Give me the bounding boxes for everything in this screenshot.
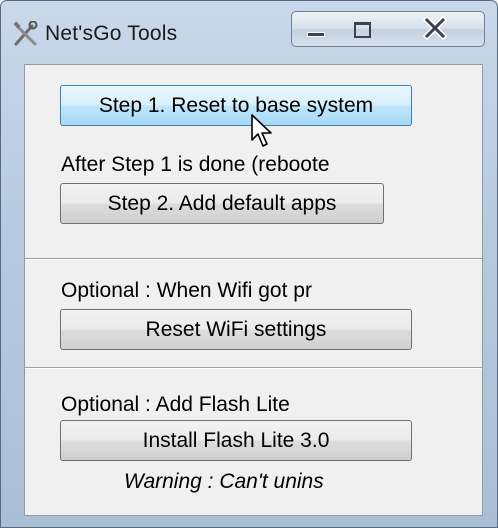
divider [25,367,482,369]
wifi-caption: Optional : When Wifi got pr [61,279,312,302]
flash-warning: Warning : Can't unins [124,470,324,493]
mouse-pointer-icon [251,114,272,147]
close-button[interactable] [385,11,485,47]
window-title: Net'sGo Tools [45,22,178,45]
minimize-button[interactable] [291,11,339,47]
tools-icon [13,21,38,46]
flash-caption: Optional : Add Flash Lite [61,393,290,416]
reset-wifi-button[interactable]: Reset WiFi settings [60,309,412,350]
minimize-icon [308,33,324,36]
maximize-button[interactable] [338,11,386,47]
divider [25,258,482,260]
install-flash-lite-button[interactable]: Install Flash Lite 3.0 [60,420,412,461]
add-default-apps-button[interactable]: Step 2. Add default apps [60,183,384,224]
app-window: Net'sGo Tools Step 1. Reset to base syst… [0,0,498,528]
title-bar[interactable]: Net'sGo Tools [1,1,497,63]
maximize-icon [354,22,371,38]
step1-note: After Step 1 is done (reboote [61,153,330,176]
close-icon [423,16,447,40]
reset-base-system-button[interactable]: Step 1. Reset to base system [60,85,412,126]
